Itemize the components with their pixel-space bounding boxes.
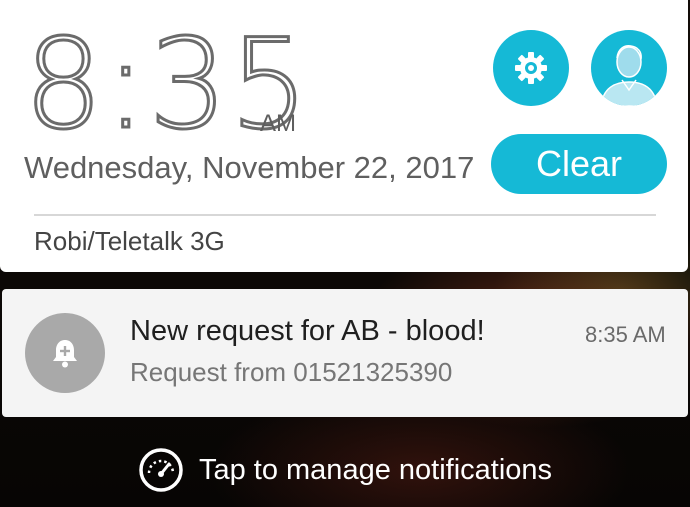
manage-notifications-bar[interactable]: Tap to manage notifications	[0, 440, 690, 500]
user-avatar-button[interactable]	[591, 30, 667, 106]
settings-button[interactable]	[493, 30, 569, 106]
quick-settings-panel: 8:35 AM Wednesday, November 22, 2017 Cle…	[0, 0, 688, 272]
speedometer-icon	[138, 447, 184, 493]
user-avatar-icon	[600, 45, 658, 106]
gear-icon	[515, 52, 547, 84]
clear-button[interactable]: Clear	[491, 134, 667, 194]
notification-app-icon	[25, 313, 105, 393]
notification-text: Request from 01521325390	[130, 357, 453, 387]
divider	[34, 214, 656, 216]
notification-title: New request for AB - blood!	[130, 315, 485, 347]
clock-date[interactable]: Wednesday, November 22, 2017	[24, 150, 474, 186]
bell-add-icon	[53, 340, 77, 368]
carrier-label: Robi/Teletalk 3G	[34, 226, 225, 256]
clock-ampm: AM	[260, 110, 296, 137]
manage-notifications-label: Tap to manage notifications	[198, 453, 553, 486]
notification-time: 8:35 AM	[585, 322, 666, 347]
notification-card[interactable]: New request for AB - blood! 8:35 AM Requ…	[2, 289, 688, 417]
